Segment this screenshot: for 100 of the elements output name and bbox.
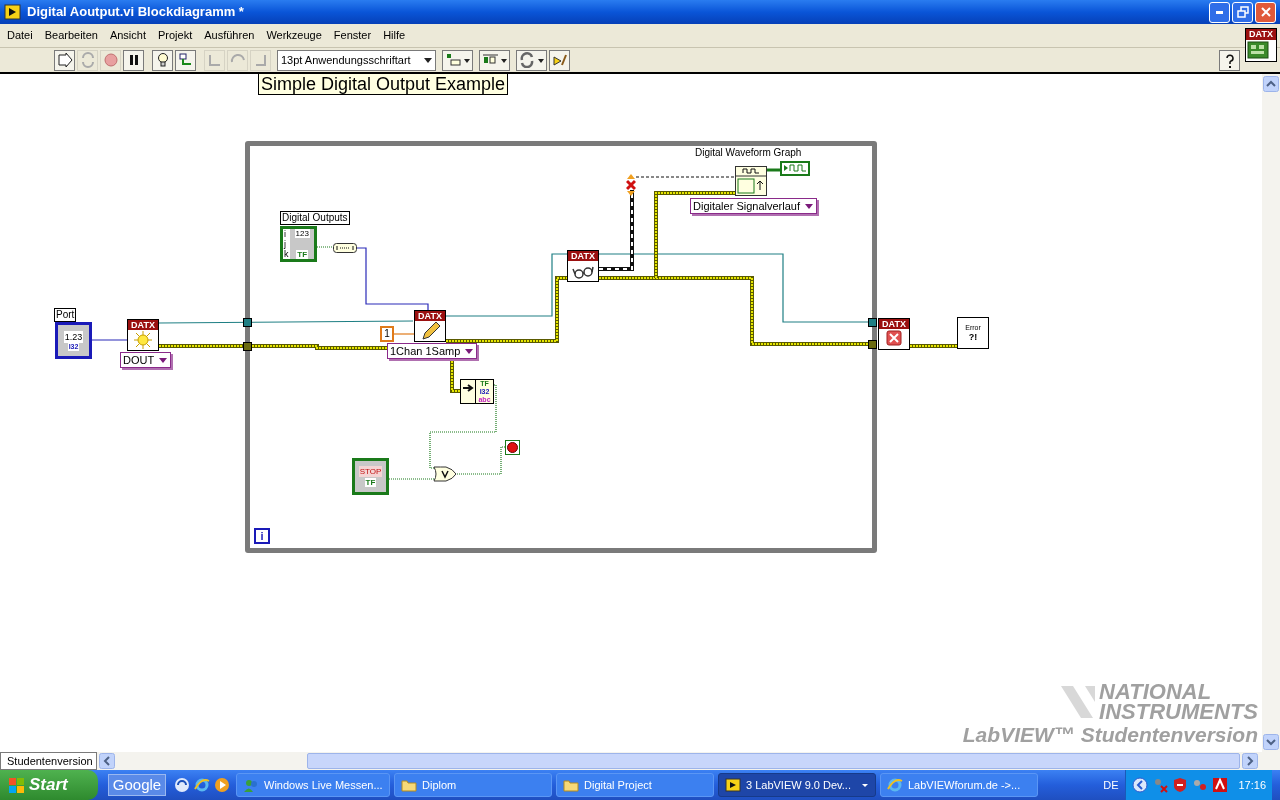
menu-item[interactable]: Hilfe bbox=[383, 27, 406, 44]
iteration-terminal: i bbox=[254, 528, 270, 544]
node-label: Port bbox=[54, 308, 77, 322]
expand-tray-icon[interactable] bbox=[1132, 777, 1149, 793]
taskbar-button[interactable]: LabVIEWforum.de ->... bbox=[880, 773, 1038, 797]
reorder-button[interactable] bbox=[516, 49, 547, 71]
folder-icon bbox=[401, 777, 417, 793]
data-type-label: TF bbox=[296, 250, 309, 259]
circuit-board-icon bbox=[1246, 40, 1270, 60]
menu-item[interactable]: Ausführen bbox=[204, 27, 255, 44]
menu-item[interactable]: Fenster bbox=[333, 27, 372, 44]
loop-tunnel bbox=[243, 342, 252, 351]
horizontal-scrollbar[interactable] bbox=[97, 753, 1258, 769]
windows-logo-icon bbox=[8, 776, 25, 794]
distribute-objects-button[interactable] bbox=[479, 49, 510, 71]
error-wire bbox=[909, 344, 958, 348]
menu-item[interactable]: Datei bbox=[7, 27, 33, 44]
vertical-scrollbar[interactable] bbox=[1262, 74, 1280, 752]
numeric-wire bbox=[393, 333, 415, 335]
datx-label: DATX bbox=[128, 320, 158, 330]
reader-icon[interactable] bbox=[1212, 777, 1229, 793]
help-button[interactable] bbox=[1219, 50, 1240, 71]
stop-condition-icon bbox=[505, 440, 520, 455]
minimize-icon bbox=[1216, 10, 1223, 14]
index-label: i bbox=[283, 229, 290, 239]
coercion-break-icon bbox=[626, 174, 636, 196]
waveform-type-dropdown[interactable]: Digitaler Signalverlauf bbox=[690, 198, 817, 214]
browser-icon[interactable] bbox=[194, 777, 210, 793]
language-indicator[interactable]: DE bbox=[1103, 776, 1119, 794]
datx-palette-icon[interactable]: DATX bbox=[1245, 28, 1277, 62]
window-title: Digital Aoutput.vi Blockdiagramm * bbox=[27, 3, 245, 22]
data-type-label: TF bbox=[364, 478, 377, 487]
folder-icon bbox=[563, 777, 579, 793]
close-button[interactable] bbox=[1255, 1, 1276, 23]
scroll-up-icon[interactable] bbox=[1263, 76, 1279, 92]
taskbar-button[interactable]: 3 LabVIEW 9.0 Dev... bbox=[718, 773, 876, 797]
pencil-icon bbox=[419, 321, 441, 341]
node-label: Digital Waveform Graph bbox=[694, 147, 803, 159]
browser-icon bbox=[887, 777, 903, 793]
loop-tunnel bbox=[243, 318, 252, 327]
retain-wire-values-button[interactable] bbox=[175, 49, 196, 71]
waveform-conversion-icon bbox=[735, 166, 767, 196]
menu-item[interactable]: Ansicht bbox=[109, 27, 146, 44]
dropdown-arrow-icon bbox=[804, 202, 814, 210]
font-dropdown[interactable]: 13pt Anwendungsschriftart bbox=[277, 49, 436, 71]
clock: 17:16 bbox=[1238, 777, 1266, 793]
datx-label: DATX bbox=[879, 319, 909, 329]
run-continuously-icon bbox=[79, 52, 96, 68]
restore-button[interactable] bbox=[1232, 1, 1253, 23]
numeric-wire bbox=[91, 339, 128, 341]
numeric-constant: 1 bbox=[380, 326, 394, 342]
shield-icon[interactable] bbox=[1172, 777, 1189, 793]
brand-text: NATIONAL bbox=[1099, 682, 1213, 702]
taskbar-button[interactable]: Windows Live Messen... bbox=[236, 773, 390, 797]
brand-text: INSTRUMENTS bbox=[1099, 702, 1258, 722]
tray-app-icon[interactable] bbox=[1192, 777, 1209, 793]
or-gate-icon bbox=[433, 466, 457, 482]
comment-label: Simple Digital Output Example bbox=[258, 74, 509, 95]
error-mark: ?! bbox=[968, 332, 978, 342]
taskbar-button[interactable]: Digital Project bbox=[556, 773, 714, 797]
menu-item[interactable]: Werkzeuge bbox=[266, 27, 322, 44]
pause-button[interactable] bbox=[123, 49, 144, 71]
clean-up-diagram-icon bbox=[551, 52, 568, 68]
scroll-right-icon[interactable] bbox=[1242, 753, 1258, 769]
run-button[interactable] bbox=[54, 49, 75, 71]
write-mode-dropdown[interactable]: 1Chan 1Samp bbox=[387, 343, 478, 359]
minimize-button[interactable] bbox=[1209, 1, 1230, 23]
app-icon bbox=[4, 4, 21, 20]
dropdown-arrow-icon bbox=[158, 356, 169, 364]
status-label: Studentenversion bbox=[0, 752, 97, 770]
reorder-icon bbox=[518, 52, 545, 68]
align-objects-button[interactable] bbox=[442, 49, 473, 71]
menu-item[interactable]: Projekt bbox=[158, 27, 193, 44]
scroll-left-icon[interactable] bbox=[99, 753, 115, 769]
stop-label: STOP bbox=[358, 466, 383, 477]
datx-label: DATX bbox=[1246, 29, 1276, 40]
show-desktop-icon[interactable] bbox=[174, 777, 190, 793]
abort-icon bbox=[102, 52, 119, 68]
restore-icon bbox=[1236, 6, 1249, 18]
datx-label: DATX bbox=[415, 311, 445, 321]
numeric-value: 123 bbox=[294, 229, 310, 238]
people-icon bbox=[243, 777, 259, 793]
digital-data-wire bbox=[767, 168, 780, 172]
graph-indicator-terminal bbox=[780, 161, 810, 176]
run-icon bbox=[56, 52, 73, 68]
media-player-icon[interactable] bbox=[214, 777, 230, 793]
menu-item[interactable]: Bearbeiten bbox=[44, 27, 98, 44]
taskbar-button[interactable]: Diplom bbox=[394, 773, 552, 797]
dropdown-arrow-icon bbox=[861, 782, 869, 788]
clean-up-diagram-button[interactable] bbox=[549, 49, 570, 71]
channel-type-dropdown[interactable]: DOUT bbox=[120, 352, 172, 368]
dropdown-arrow-icon bbox=[464, 347, 475, 355]
numeric-value: 1.23 bbox=[63, 330, 84, 343]
scroll-thumb[interactable] bbox=[307, 753, 1240, 769]
product-text: LabVIEW™ Studentenversion bbox=[962, 722, 1258, 748]
highlight-execution-button[interactable] bbox=[152, 49, 173, 71]
index-label: k bbox=[283, 249, 290, 259]
scroll-down-icon[interactable] bbox=[1263, 734, 1279, 750]
close-icon bbox=[1259, 6, 1272, 18]
array-to-number-icon bbox=[333, 243, 357, 253]
